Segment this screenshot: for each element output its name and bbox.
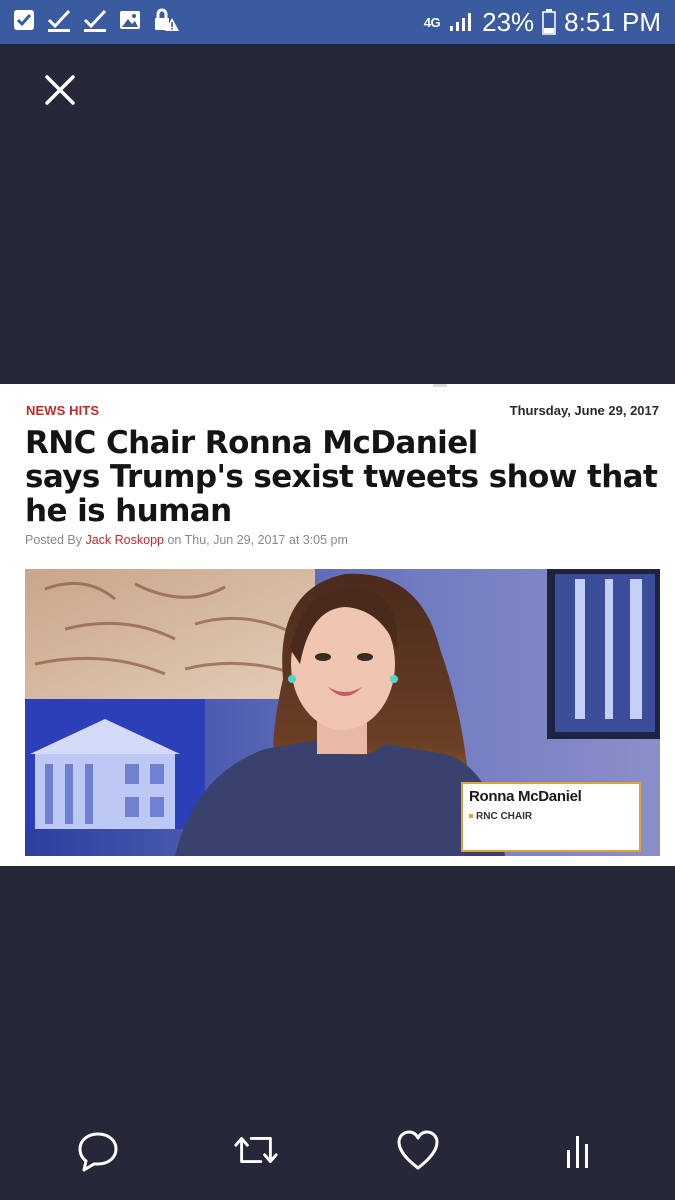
heart-icon xyxy=(397,1130,439,1170)
lower-third-caption: Ronna McDaniel RNC CHAIR xyxy=(461,782,641,852)
divider xyxy=(433,384,447,387)
close-button[interactable] xyxy=(40,70,80,110)
reply-icon xyxy=(78,1132,118,1172)
headline-line: RNC Chair Ronna McDaniel xyxy=(25,425,478,461)
caption-name: Ronna McDaniel xyxy=(469,788,582,805)
article-headline: RNC Chair Ronna McDaniel says Trump's se… xyxy=(25,426,665,528)
status-bar: 4G 23% 8:51 PM xyxy=(0,0,675,44)
headline-line: says Trump's sexist tweets show that xyxy=(25,459,658,495)
signal-icon xyxy=(450,13,472,31)
caption-title: RNC CHAIR xyxy=(469,811,532,822)
like-button[interactable] xyxy=(394,1126,442,1174)
check-icon xyxy=(47,9,71,32)
tweet-actions-bar xyxy=(0,1126,675,1186)
close-icon xyxy=(45,75,75,105)
lock-warning-icon xyxy=(155,8,179,31)
status-indicators: 4G 23% 8:51 PM xyxy=(424,6,661,38)
byline-date: on Thu, Jun 29, 2017 at 3:05 pm xyxy=(167,533,348,547)
clock: 8:51 PM xyxy=(564,7,661,37)
category-label: NEWS HITS xyxy=(26,403,100,418)
reply-button[interactable] xyxy=(74,1126,122,1174)
retweet-icon xyxy=(234,1137,278,1163)
article-image[interactable]: NEWS HITS Thursday, June 29, 2017 RNC Ch… xyxy=(0,384,675,866)
battery-percent: 23% xyxy=(482,7,535,37)
battery-icon xyxy=(542,9,556,35)
byline: Posted By Jack Roskopp on Thu, Jun 29, 2… xyxy=(25,533,348,547)
notification-icons xyxy=(12,8,180,32)
retweet-button[interactable] xyxy=(232,1126,280,1174)
headline-line: he is human xyxy=(25,493,232,529)
news-photo: Ronna McDaniel RNC CHAIR xyxy=(25,569,660,856)
network-type: 4G xyxy=(423,14,441,30)
analytics-button[interactable] xyxy=(554,1126,602,1174)
publish-date: Thursday, June 29, 2017 xyxy=(509,403,659,418)
analytics-icon xyxy=(567,1136,588,1168)
check-icon xyxy=(83,9,107,32)
mail-check-icon xyxy=(14,10,34,30)
byline-prefix: Posted By xyxy=(25,533,82,547)
image-icon xyxy=(120,11,140,29)
author-name: Jack Roskopp xyxy=(85,533,164,547)
